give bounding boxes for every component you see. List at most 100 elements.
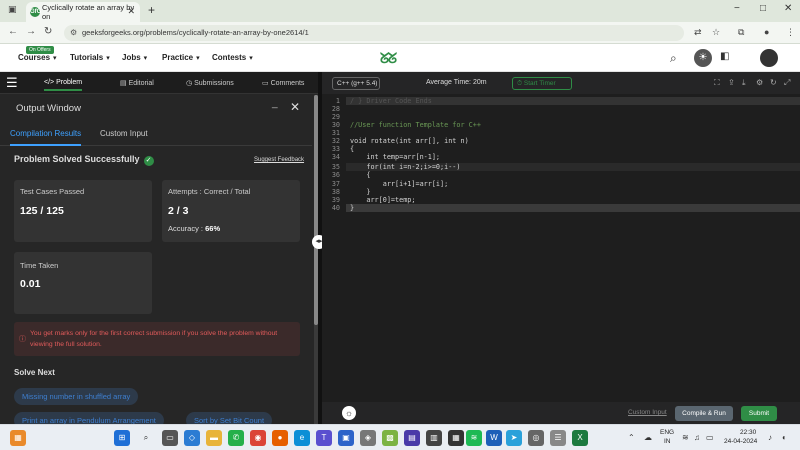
tab-problem[interactable]: </> Problem	[44, 79, 83, 91]
gfg-logo-icon[interactable]: ᘜᘜ	[380, 50, 397, 67]
minecraft-icon[interactable]: ▩	[382, 430, 398, 446]
tab-submissions[interactable]: ◷ Submissions	[186, 79, 234, 87]
back-icon[interactable]: ←	[8, 26, 18, 37]
firefox-icon[interactable]: ●	[272, 430, 288, 446]
suggestion-pill[interactable]: Missing number in shuffled array	[14, 388, 139, 405]
reset-icon[interactable]: ↻	[770, 78, 777, 87]
profile-icon[interactable]: ●	[764, 27, 769, 37]
tab-comments[interactable]: ▭ Comments	[262, 79, 304, 87]
whatsapp-icon[interactable]: ✆	[228, 430, 244, 446]
lightbulb-icon[interactable]: ☼	[342, 406, 356, 420]
start-icon[interactable]: ⊞	[114, 430, 130, 446]
theme-toggle-icon[interactable]: ☀	[694, 49, 712, 67]
menu-tutorials[interactable]: Tutorials ▾	[70, 53, 110, 62]
line-number: 36	[331, 171, 340, 179]
chrome-icon[interactable]: ◉	[250, 430, 266, 446]
site-info-icon[interactable]: ⚙	[70, 25, 77, 41]
calculator-icon[interactable]: ▦	[448, 430, 464, 446]
browser-menu-icon[interactable]: ⋮	[786, 27, 795, 38]
language-select[interactable]: C++ (g++ 5.4)	[332, 77, 380, 90]
custom-input-link[interactable]: Custom Input	[628, 409, 667, 416]
window-close-button[interactable]: ✕	[784, 3, 792, 14]
close-output-button[interactable]: ✕	[290, 100, 300, 114]
minimize-output-button[interactable]: _	[272, 98, 278, 109]
code-editor[interactable]: 1 / } Driver Code Ends 28 29 30 //User f…	[322, 94, 800, 402]
browser-tab-active[interactable]: GfG Cyclically rotate an array by on ✕	[26, 2, 140, 22]
code-line: }	[350, 204, 355, 212]
telegram-icon[interactable]: ➤	[506, 430, 522, 446]
submit-button[interactable]: Submit	[741, 406, 777, 421]
app-icon[interactable]: ☰	[550, 430, 566, 446]
photos-icon[interactable]: ▣	[338, 430, 354, 446]
chevron-up-icon[interactable]: ⌃	[628, 433, 635, 442]
excel-icon[interactable]: X	[572, 430, 588, 446]
code-line: / } Driver Code Ends	[350, 97, 432, 105]
editor-toolbar: C++ (g++ 5.4) Average Time: 20m ⏱ Start …	[322, 72, 800, 94]
tab-editorial[interactable]: ▤ Editorial	[120, 79, 154, 87]
compile-run-button[interactable]: Compile & Run	[675, 406, 733, 421]
clock-date[interactable]: 24-04-2024	[724, 438, 757, 445]
windows-taskbar: ▦ ⊞ ⌕ ▭ ◇ ▬ ✆ ◉ ● e T ▣ ◈ ▩ ▤ ▥ ▦ ≋ W ➤ …	[0, 424, 800, 450]
color-app-icon[interactable]: ◐	[782, 433, 787, 442]
expand-icon[interactable]: ⤢	[784, 78, 790, 88]
line-number: 32	[331, 137, 340, 145]
widgets-icon[interactable]: ▦	[10, 430, 26, 446]
start-timer-button[interactable]: ⏱ Start Timer	[512, 77, 572, 90]
average-time: Average Time: 20m	[426, 79, 487, 86]
fullscreen-icon[interactable]: ⛶	[714, 78, 720, 88]
tab-custom-input[interactable]: Custom Input	[100, 129, 148, 138]
search-icon[interactable]: ⌕	[670, 51, 677, 66]
task-view-icon[interactable]: ▭	[162, 430, 178, 446]
upload-icon[interactable]: ⇪	[728, 78, 735, 87]
media-app-icon[interactable]: ▤	[404, 430, 420, 446]
file-explorer-icon[interactable]: ▬	[206, 430, 222, 446]
editor-pane: C++ (g++ 5.4) Average Time: 20m ⏱ Start …	[322, 72, 800, 424]
tab-list-icon[interactable]: ▣	[8, 4, 17, 15]
menu-jobs[interactable]: Jobs ▾	[122, 53, 147, 62]
gfg-favicon-icon: GfG	[30, 7, 42, 17]
spotify-icon[interactable]: ≋	[466, 430, 482, 446]
translate-icon[interactable]: ⇄	[694, 27, 702, 38]
url-field[interactable]: ⚙ geeksforgeeks.org/problems/cyclically-…	[64, 25, 684, 41]
reload-icon[interactable]: ↻	[44, 26, 52, 37]
cloud-icon[interactable]: ☁	[644, 433, 652, 442]
language-indicator-top[interactable]: ENG	[660, 429, 674, 436]
extensions-icon[interactable]: ⧉	[738, 27, 744, 38]
code-line: //User function Template for C++	[350, 121, 481, 129]
user-avatar[interactable]	[760, 49, 778, 67]
line-number: 37	[331, 180, 340, 188]
menu-courses[interactable]: Courses ▾	[18, 53, 57, 62]
chevron-down-icon: ▾	[249, 55, 253, 62]
clock-time[interactable]: 22:30	[740, 429, 756, 436]
settings-gear-icon[interactable]: ⚙	[756, 78, 763, 87]
edge-icon[interactable]: e	[294, 430, 310, 446]
window-minimize-button[interactable]: −	[734, 3, 740, 14]
notes-app-icon[interactable]: ▥	[426, 430, 442, 446]
tab-close-icon[interactable]: ✕	[127, 6, 135, 17]
utility-app-icon[interactable]: ◈	[360, 430, 376, 446]
word-icon[interactable]: W	[486, 430, 502, 446]
code-line: for(int i=n-2;i>=0;i--)	[350, 163, 461, 171]
eye-app-icon[interactable]: ◎	[528, 430, 544, 446]
language-indicator-bottom[interactable]: IN	[664, 438, 671, 445]
problem-tabs: ☰ </> Problem ▤ Editorial ◷ Submissions …	[0, 72, 318, 94]
menu-contests[interactable]: Contests ▾	[212, 53, 253, 62]
hamburger-menu-icon[interactable]: ☰	[6, 75, 18, 91]
menu-practice[interactable]: Practice ▾	[162, 53, 200, 62]
teams-icon[interactable]: T	[316, 430, 332, 446]
notification-bell-icon[interactable]: ♪	[768, 433, 772, 442]
search-icon[interactable]: ⌕	[138, 430, 154, 446]
notes-icon[interactable]: ◧	[720, 51, 729, 62]
speaker-icon[interactable]: ♫	[694, 433, 700, 442]
vscode-icon[interactable]: ◇	[184, 430, 200, 446]
battery-icon[interactable]: ▭	[706, 433, 714, 442]
download-icon[interactable]: ⤓	[742, 78, 746, 88]
bookmark-star-icon[interactable]: ☆	[712, 27, 720, 38]
new-tab-button[interactable]: +	[148, 3, 155, 17]
chevron-down-icon: ▾	[143, 55, 148, 62]
forward-icon[interactable]: →	[26, 26, 36, 37]
wifi-icon[interactable]: ≋	[682, 433, 689, 442]
suggest-feedback-link[interactable]: Suggest Feedback	[254, 157, 304, 163]
window-maximize-button[interactable]: □	[760, 3, 766, 14]
tab-compilation-results[interactable]: Compilation Results	[10, 129, 82, 146]
